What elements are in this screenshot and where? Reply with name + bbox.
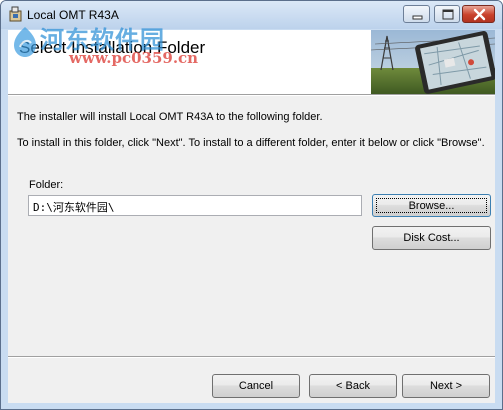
tablet-map-image [370,30,497,94]
footer-divider-highlight [8,357,495,358]
watermark-logo-icon [12,25,38,59]
next-button-label: Next > [429,380,463,392]
header-banner: Select Installation Folder 河东软件园 www.pc0… [8,26,497,94]
next-button[interactable]: Next > [402,374,490,398]
watermark-url: www.pc0359.cn [69,49,199,67]
installer-window: Local OMT R43A Select Installation Folde… [0,0,503,410]
install-instructions: To install in this folder, click "Next".… [17,137,485,149]
folder-label: Folder: [29,179,64,191]
browse-button-label: Browse... [408,200,455,212]
folder-path-input[interactable]: D:\河东软件园\ [28,195,362,216]
dialog-client: Select Installation Folder 河东软件园 www.pc0… [8,26,497,403]
minimize-button[interactable] [403,5,430,23]
cancel-button[interactable]: Cancel [212,374,300,398]
maximize-button[interactable] [434,5,460,23]
install-description: The installer will install Local OMT R43… [17,111,323,123]
browse-button[interactable]: Browse... [372,194,491,217]
minimize-icon [412,15,423,20]
back-button-label: < Back [336,380,370,392]
installer-box-icon [8,6,24,22]
close-button[interactable] [462,5,495,23]
close-icon [473,8,486,21]
maximize-icon [442,9,454,20]
disk-cost-button[interactable]: Disk Cost... [372,226,491,250]
cancel-button-label: Cancel [238,380,274,392]
back-button[interactable]: < Back [309,374,397,398]
header-divider-highlight [8,95,495,96]
disk-cost-button-label: Disk Cost... [403,232,460,244]
